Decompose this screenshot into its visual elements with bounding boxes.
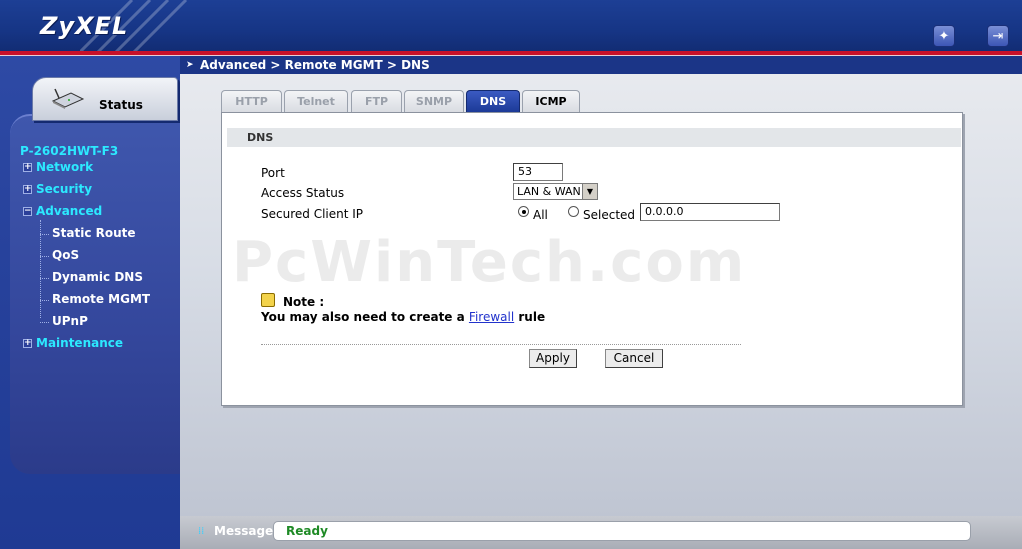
sidebar: Status P-2602HWT-F3 + Network + Security… [0,56,180,549]
radio-all[interactable] [518,206,529,217]
separator [261,344,741,345]
section-header: DNS [227,128,961,147]
tree-branch [40,234,49,235]
collapse-advanced-icon[interactable]: − [23,207,32,216]
sidebar-item-dynamic-dns[interactable]: Dynamic DNS [52,270,143,284]
radio-all-label: All [533,208,548,222]
logout-icon[interactable]: ⇥ [987,25,1009,47]
breadcrumb-arrow-icon: ➤ [186,60,194,70]
port-label: Port [261,166,285,180]
expand-maintenance-icon[interactable]: + [23,339,32,348]
sidebar-item-advanced[interactable]: Advanced [36,204,102,218]
tab-snmp[interactable]: SNMP [404,90,464,112]
tree-branch [40,256,49,257]
section-title: DNS [247,131,274,144]
sidebar-item-static-route[interactable]: Static Route [52,226,136,240]
tab-icmp[interactable]: ICMP [522,90,580,112]
sidebar-item-security[interactable]: Security [36,182,92,196]
access-status-label: Access Status [261,186,345,200]
watermark: PcWinTech.com [232,230,747,295]
zyxel-logo: ZyXEL [40,12,129,40]
breadcrumb-bar: ➤ Advanced > Remote MGMT > DNS [180,56,1022,74]
tab-ftp[interactable]: FTP [351,90,402,112]
message-bar: ⁞⁞ Message Ready [180,516,1022,549]
note-suffix: rule [518,310,546,324]
port-input[interactable]: 53 [513,163,563,181]
status-tab-label: Status [99,98,143,112]
tree-branch [40,300,49,301]
cancel-button[interactable]: Cancel [605,349,663,368]
expand-security-icon[interactable]: + [23,185,32,194]
sidebar-item-qos[interactable]: QoS [52,248,79,262]
radio-selected[interactable] [568,206,579,217]
client-ip-input[interactable]: 0.0.0.0 [640,203,780,221]
sidebar-item-remote-mgmt[interactable]: Remote MGMT [52,292,150,306]
tab-telnet[interactable]: Telnet [284,90,348,112]
access-status-select[interactable]: LAN & WAN ▼ [513,183,598,200]
radio-selected-label: Selected [583,208,636,222]
tree-branch [40,278,49,279]
wizard-icon[interactable]: ✦ [933,25,955,47]
note-icon [261,293,275,307]
breadcrumb: Advanced > Remote MGMT > DNS [200,58,430,72]
apply-button[interactable]: Apply [529,349,577,368]
sidebar-item-maintenance[interactable]: Maintenance [36,336,123,350]
sidebar-item-upnp[interactable]: UPnP [52,314,88,328]
firewall-link[interactable]: Firewall [469,310,514,324]
note-prefix: You may also need to create a [261,310,465,324]
sidebar-item-network[interactable]: Network [36,160,93,174]
device-name[interactable]: P-2602HWT-F3 [20,144,118,158]
access-status-value: LAN & WAN [517,185,581,198]
tab-dns[interactable]: DNS [466,90,520,112]
router-icon [51,88,85,109]
note-text: You may also need to create a Firewall r… [261,310,545,324]
message-box: Ready [273,521,971,541]
chevron-down-icon: ▼ [582,184,597,199]
status-message: Ready [286,524,328,538]
tab-http[interactable]: HTTP [221,90,282,112]
secured-client-ip-label: Secured Client IP [261,207,364,221]
note-title: Note : [283,295,325,309]
message-dots-icon: ⁞⁞ [198,526,205,537]
expand-network-icon[interactable]: + [23,163,32,172]
message-label: Message [214,524,274,538]
tree-branch [40,322,49,323]
top-header: ZyXEL ✦ ⇥ [0,0,1022,52]
status-tab[interactable]: Status [32,77,178,121]
